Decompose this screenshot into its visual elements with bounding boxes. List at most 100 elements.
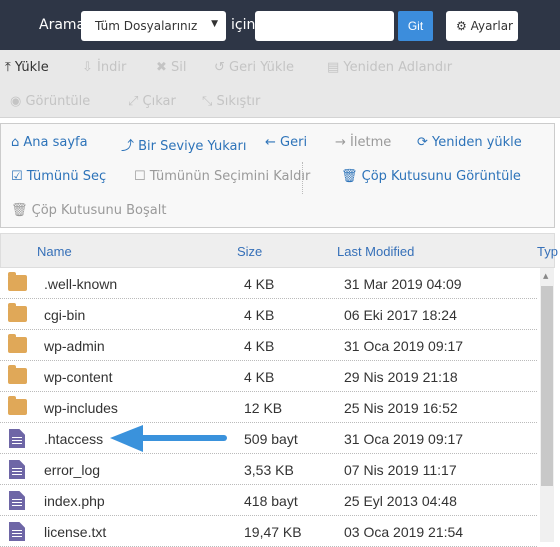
file-icon: ▤ [327, 60, 344, 75]
file-modified: 25 Eyl 2013 04:48 [344, 493, 457, 509]
toolbar-button[interactable]: ✖ Sil [156, 60, 187, 75]
column-size[interactable]: Size [237, 244, 262, 259]
for-label: için [231, 17, 256, 33]
file-name: cgi-bin [44, 307, 86, 323]
folder-icon [8, 272, 27, 291]
search-input[interactable] [255, 11, 394, 41]
table-row[interactable]: wp-includes 12 KB 25 Nis 2019 16:52 [0, 392, 537, 423]
level-up-icon: ⤴ [121, 139, 139, 154]
toolbar-button[interactable]: ⤒ Yükle [5, 60, 49, 75]
file-toolbar: ⤒ Yükle ⇩ İndir ✖ Sil ↺ Geri Yükle ▤ Yeniden… [0, 50, 560, 118]
toolbar-button[interactable]: ◉ Görüntüle [10, 94, 90, 109]
nav-button[interactable]: → İletme [335, 135, 391, 150]
upload-icon: ⤒ [5, 60, 15, 75]
file-size: 3,53 KB [244, 462, 294, 478]
table-row[interactable]: index.php 418 bayt 25 Eyl 2013 04:48 [0, 485, 537, 516]
file-size: 418 bayt [244, 493, 298, 509]
nav-button[interactable]: ⟳ Yeniden yükle [417, 135, 522, 150]
table-header: Name Size Last Modified Typ [0, 233, 558, 268]
nav-button[interactable]: ☑ Tümünü Seç [11, 169, 106, 184]
table-row[interactable]: cgi-bin 4 KB 06 Eki 2017 18:24 [0, 299, 537, 330]
nav-button[interactable]: ⤴ Bir Seviye Yukarı [121, 135, 246, 154]
arrow-annotation-icon [110, 425, 227, 452]
navigation-panel: ⌂ Ana sayfa ⤴ Bir Seviye Yukarı ← Geri → İl… [0, 123, 555, 228]
file-size: 4 KB [244, 276, 275, 292]
folder-icon [8, 396, 27, 415]
scope-value: Tüm Dosyalarınız [95, 19, 198, 33]
file-modified: 31 Oca 2019 09:17 [344, 338, 464, 354]
table-row[interactable]: .htaccess 509 bayt 31 Oca 2019 09:17 [0, 423, 537, 454]
settings-button[interactable]: ⚙ Ayarlar [446, 11, 518, 41]
toolbar-button[interactable]: ⇩ İndir [82, 60, 126, 75]
nav-label: Tümünü Seç [26, 169, 107, 184]
file-modified: 07 Nis 2019 11:17 [344, 462, 457, 478]
file-icon [9, 460, 25, 479]
nav-button[interactable]: ← Geri [265, 135, 307, 150]
settings-label: Ayarlar [470, 19, 513, 33]
nav-label: Çöp Kutusunu Görüntüle [361, 169, 521, 184]
download-icon: ⇩ [82, 60, 98, 75]
folder-icon [8, 365, 27, 384]
scroll-up-icon[interactable]: ▲ [543, 272, 548, 280]
scrollbar[interactable]: ▲ [540, 268, 554, 542]
table-row[interactable]: wp-content 4 KB 29 Nis 2019 21:18 [0, 361, 537, 392]
arrow-left-icon: ← [265, 135, 281, 150]
table-row[interactable]: license.txt 19,47 KB 03 Oca 2019 21:54 [0, 516, 537, 547]
file-icon [9, 522, 25, 541]
column-type[interactable]: Typ [537, 244, 558, 259]
file-name: .htaccess [44, 431, 104, 447]
checkbox-empty-icon: ☐ [134, 169, 150, 184]
file-size: 12 KB [244, 400, 283, 416]
search-scope-select[interactable]: Tüm Dosyalarınız ▼ [81, 11, 226, 41]
nav-button[interactable]: ⌂ Ana sayfa [11, 135, 88, 150]
file-size: 4 KB [244, 369, 275, 385]
file-icon [9, 491, 25, 510]
toolbar-label: Görüntüle [25, 94, 91, 109]
nav-button[interactable]: ☐ Tümünün Seçimini Kaldır [134, 169, 310, 184]
toolbar-label: Sıkıştır [216, 94, 261, 109]
toolbar-label: Çıkar [142, 94, 176, 109]
nav-button[interactable]: 🗑 Çöp Kutusunu Boşalt [11, 203, 166, 218]
file-modified: 31 Mar 2019 04:09 [344, 276, 462, 292]
file-modified: 29 Nis 2019 21:18 [344, 369, 458, 385]
file-list: .well-known 4 KB 31 Mar 2019 04:09 cgi-b… [0, 268, 537, 547]
toolbar-button[interactable]: ⤢ Çıkar [128, 94, 176, 109]
toolbar-button[interactable]: ↺ Geri Yükle [214, 60, 294, 75]
nav-label: İletme [350, 135, 392, 150]
file-modified: 06 Eki 2017 18:24 [344, 307, 457, 323]
toolbar-button[interactable]: ▤ Yeniden Adlandır [327, 60, 452, 75]
file-name: license.txt [44, 524, 107, 540]
folder-icon [8, 334, 27, 353]
table-row[interactable]: error_log 3,53 KB 07 Nis 2019 11:17 [0, 454, 537, 485]
table-row[interactable]: wp-admin 4 KB 31 Oca 2019 09:17 [0, 330, 537, 361]
nav-label: Geri [280, 135, 308, 150]
file-name: wp-admin [44, 338, 105, 354]
nav-label: Bir Seviye Yukarı [138, 139, 247, 154]
close-icon: ✖ [156, 60, 172, 75]
toolbar-button[interactable]: ⤡ Sıkıştır [202, 94, 260, 109]
caret-down-icon: ▼ [211, 19, 218, 29]
file-modified: 31 Oca 2019 09:17 [344, 431, 464, 447]
eye-icon: ◉ [10, 94, 26, 109]
undo-icon: ↺ [214, 60, 230, 75]
file-name: wp-content [44, 369, 113, 385]
arrow-right-icon: → [335, 135, 351, 150]
compress-icon: ⤡ [202, 94, 217, 109]
column-name[interactable]: Name [37, 244, 72, 259]
file-icon [9, 429, 25, 448]
table-row[interactable]: .well-known 4 KB 31 Mar 2019 04:09 [0, 268, 537, 299]
go-button[interactable]: Git [398, 11, 433, 41]
toolbar-label: İndir [97, 60, 127, 75]
column-last-modified[interactable]: Last Modified [337, 244, 414, 259]
home-icon: ⌂ [11, 135, 24, 150]
trash-icon: 🗑 [11, 203, 32, 218]
file-name: error_log [44, 462, 101, 478]
file-size: 19,47 KB [244, 524, 302, 540]
gear-icon: ⚙ [456, 19, 471, 33]
nav-label: Ana sayfa [23, 135, 88, 150]
search-label: Arama [39, 17, 86, 33]
nav-button[interactable]: 🗑 Çöp Kutusunu Görüntüle [341, 169, 521, 184]
checkbox-checked-icon: ☑ [11, 169, 27, 184]
folder-icon [8, 303, 27, 322]
scrollbar-thumb[interactable] [541, 286, 553, 486]
